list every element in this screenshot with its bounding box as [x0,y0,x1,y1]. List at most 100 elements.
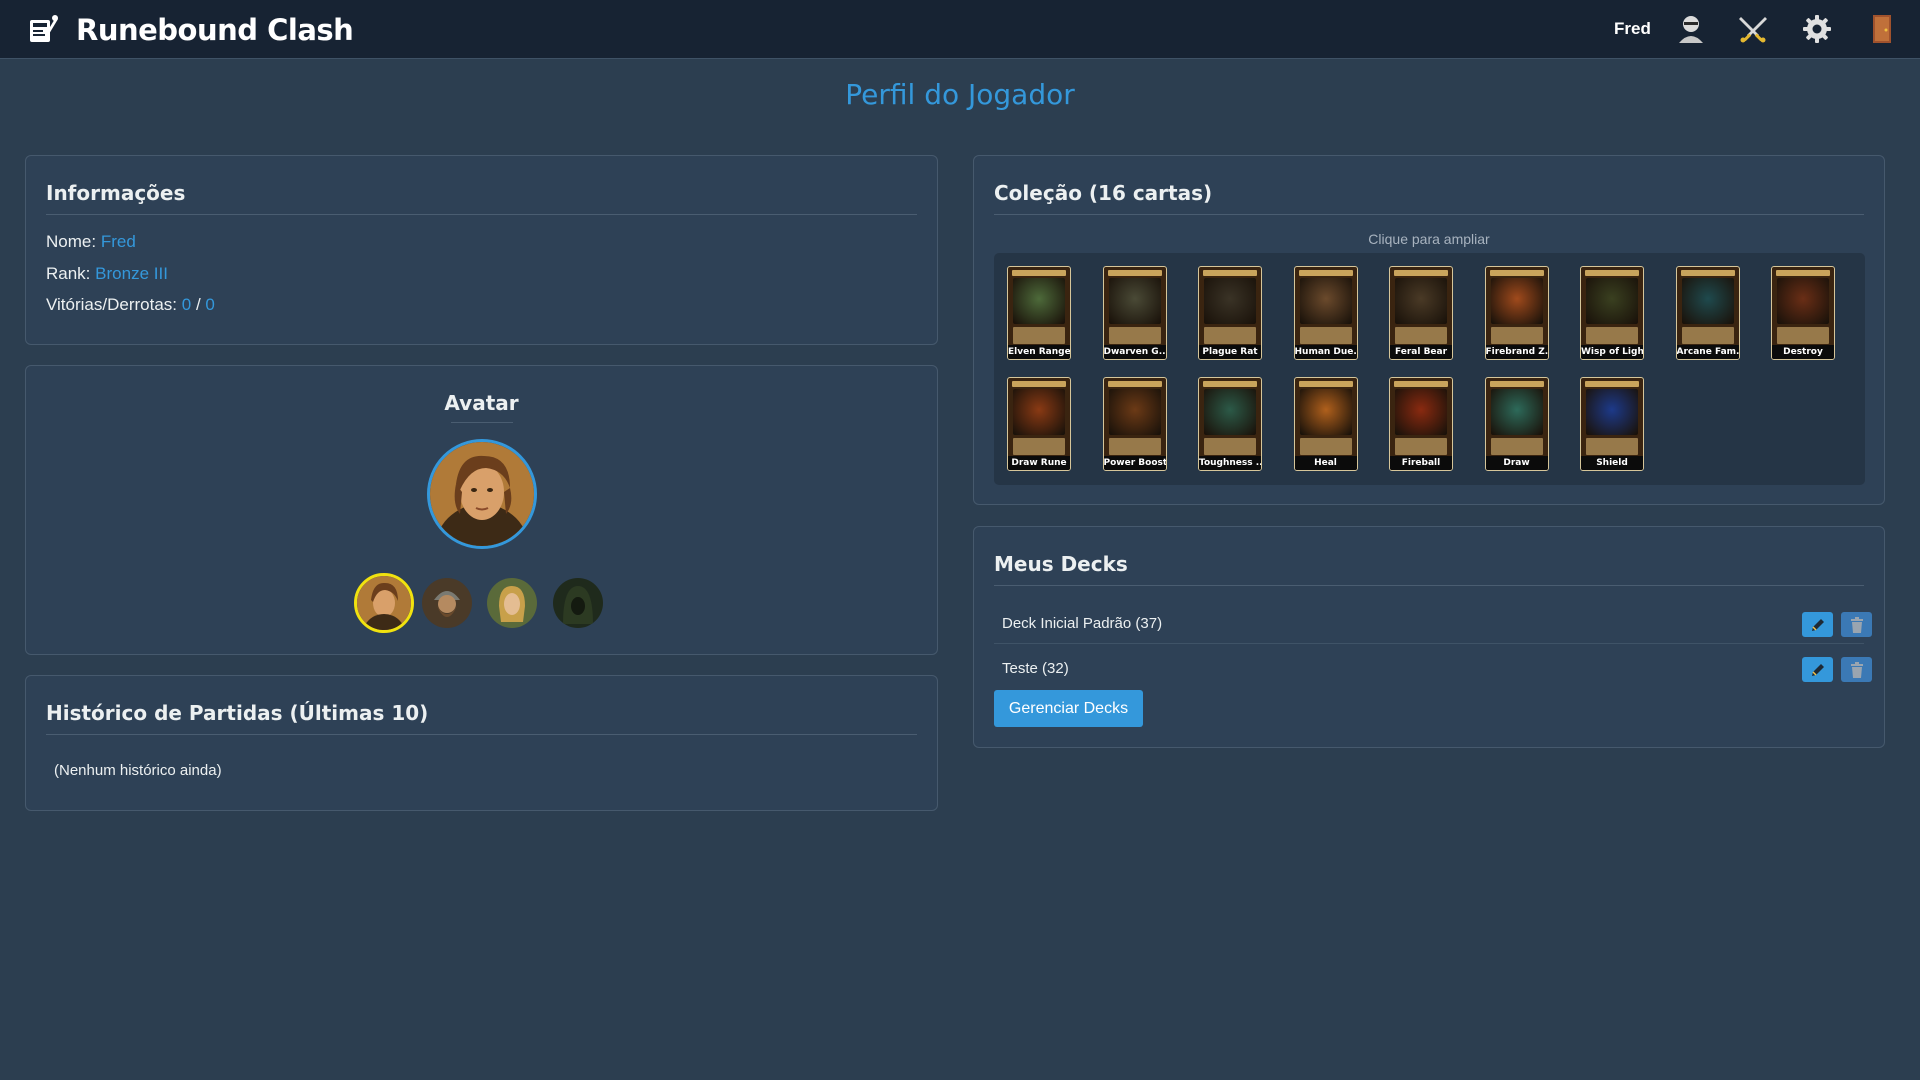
card-art [1013,278,1065,324]
card-name: Feral Bear [1390,345,1452,359]
collection-card[interactable]: Human Due... [1293,266,1358,360]
history-empty-text: (Nenhum histórico ainda) [54,762,222,779]
card-art [1299,389,1352,435]
card-title-bar [1012,381,1066,387]
collection-card[interactable]: Plague Rat [1198,266,1262,360]
card-name: Plague Rat [1199,345,1261,359]
app-title: Runebound Clash [76,13,354,47]
card-title-bar [1776,270,1830,276]
card-name: Shield [1581,456,1643,470]
card-text-box [1395,438,1447,455]
avatar-option-hooded[interactable] [553,578,603,628]
card-name: Human Due... [1294,345,1357,359]
card-name: Dwarven G... [1103,345,1166,359]
page-title: Perfil do Jogador [845,78,1075,111]
collection-card[interactable]: Draw Rune [1007,377,1071,471]
rank-value: Bronze III [95,264,168,283]
card-title-bar [1012,270,1066,276]
card-art [1013,389,1065,435]
card-text-box [1681,327,1734,344]
deck-name: Teste (32) [1002,660,1069,677]
info-panel: Informações Nome: Fred Rank: Bronze III … [25,155,938,345]
card-title-bar [1489,381,1544,387]
card-text-box [1108,438,1161,455]
avatar-option-elf[interactable] [487,578,537,628]
collection-card[interactable]: Feral Bear [1389,266,1453,360]
edit-deck-button[interactable] [1802,657,1833,682]
avatar-option-dwarf[interactable] [422,578,472,628]
card-title-bar [1680,270,1735,276]
card-art [1586,278,1638,324]
info-title: Informações [46,181,186,205]
card-text-box [1013,438,1065,455]
trash-icon [1850,616,1863,633]
pencil-icon [1811,618,1824,631]
card-art [1108,278,1161,324]
deck-row[interactable]: Deck Inicial Padrão (37) [994,604,1872,644]
decks-panel: Meus Decks Deck Inicial Padrão (37) Test… [973,526,1885,748]
card-name: Fireball [1390,456,1452,470]
settings-icon[interactable] [1801,13,1833,45]
card-title-bar [1394,270,1448,276]
card-text-box [1586,438,1638,455]
losses-value: 0 [205,295,215,314]
card-name: Draw [1485,456,1548,470]
card-title-bar [1585,381,1639,387]
record-separator: / [195,295,201,314]
card-art [1204,278,1256,324]
card-text-box [1490,438,1543,455]
collection-card[interactable]: Power Boost [1102,377,1167,471]
card-name: Power Boost [1103,456,1166,470]
card-title-bar [1298,270,1353,276]
collection-card[interactable]: Wisp of Light [1580,266,1644,360]
edit-deck-button[interactable] [1802,612,1833,637]
name-value: Fred [100,232,136,251]
card-title-bar [1585,270,1639,276]
card-text-box [1586,327,1638,344]
manage-decks-button[interactable]: Gerenciar Decks [994,690,1143,727]
collection-card[interactable]: Firebrand Z... [1484,266,1549,360]
collection-card[interactable]: Elven Ranger [1007,266,1071,360]
collection-card[interactable]: Arcane Fam... [1675,266,1740,360]
avatar-option-hero[interactable] [354,573,414,633]
card-art [1204,389,1256,435]
collection-card[interactable]: Shield [1580,377,1644,471]
user-name: Fred [1614,19,1651,38]
current-avatar [427,439,537,549]
divider [994,585,1864,586]
card-title-bar [1107,270,1162,276]
collection-card[interactable]: Toughness ... [1198,377,1262,471]
collection-card[interactable]: Fireball [1389,377,1453,471]
deck-name: Deck Inicial Padrão (37) [1002,615,1163,632]
card-name: Toughness ... [1199,456,1261,470]
divider [994,214,1864,215]
delete-deck-button[interactable] [1841,612,1872,637]
card-art [1490,278,1543,324]
top-bar: Runebound Clash Fred [0,0,1920,59]
info-name-line: Nome: Fred [46,232,136,252]
card-text-box [1108,327,1161,344]
card-art [1299,278,1352,324]
profile-icon[interactable] [1675,13,1707,45]
card-text-box [1299,327,1352,344]
exit-door-icon[interactable] [1866,13,1898,45]
battle-icon[interactable] [1737,13,1769,45]
card-name: Firebrand Z... [1485,345,1548,359]
collection-card[interactable]: Dwarven G... [1102,266,1167,360]
rank-label: Rank: [46,264,91,283]
trash-icon [1850,661,1863,678]
record-label: Vitórias/Derrotas: [46,295,178,314]
card-art [1586,389,1638,435]
delete-deck-button[interactable] [1841,657,1872,682]
logo-icon[interactable] [27,12,59,46]
collection-card[interactable]: Draw [1484,377,1549,471]
card-grid: Elven Ranger Dwarven G... Plague Rat Human … [994,253,1865,485]
card-name: Wisp of Light [1581,345,1643,359]
card-title-bar [1203,381,1257,387]
deck-row[interactable]: Teste (32) [994,649,1872,689]
collection-card[interactable]: Heal [1293,377,1358,471]
collection-card[interactable]: Destroy [1771,266,1835,360]
card-text-box [1395,327,1447,344]
avatar-title: Avatar [444,391,519,415]
card-art [1490,389,1543,435]
